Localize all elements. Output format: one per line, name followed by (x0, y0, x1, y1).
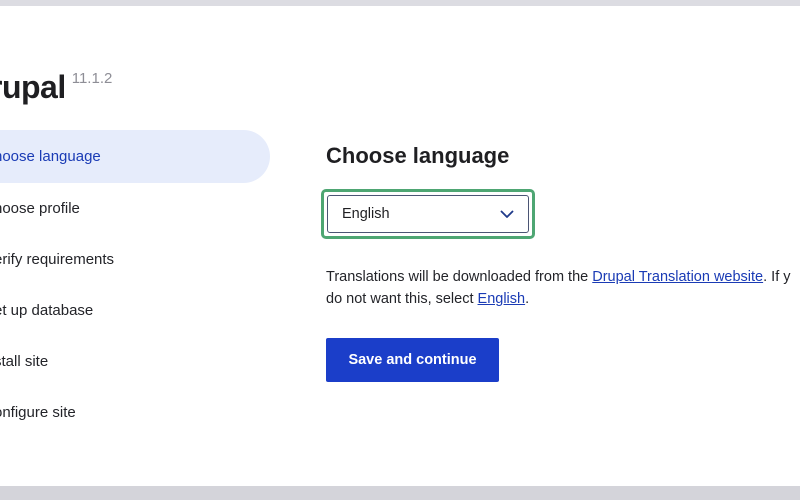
english-link[interactable]: English (478, 291, 526, 307)
description-text: . (525, 291, 530, 307)
drupal-translation-link[interactable]: Drupal Translation website (592, 269, 763, 285)
chevron-down-icon (500, 207, 514, 221)
step-choose-profile: hoose profile (0, 182, 270, 234)
step-label: hoose language (0, 148, 101, 165)
drupal-logo-text: rupal (0, 69, 66, 105)
translation-description: Translations will be downloaded from the… (326, 266, 800, 310)
step-label: et up database (0, 301, 94, 319)
save-and-continue-button[interactable]: Save and continue (326, 338, 499, 382)
language-select-value: English (342, 206, 390, 222)
installer-page: rupal 11.1.2 hoose language hoose profil… (0, 6, 800, 486)
language-select[interactable]: English (327, 195, 529, 233)
step-choose-language: hoose language (0, 130, 270, 183)
description-text: Translations will be downloaded from the (326, 269, 593, 285)
install-steps-list: hoose language hoose profile erify requi… (0, 130, 270, 437)
bottom-bar (0, 486, 800, 500)
language-select-focus-ring: English (321, 189, 535, 239)
version-label: 11.1.2 (71, 70, 113, 87)
description-text: . If y (763, 269, 791, 285)
step-label: hoose profile (0, 199, 80, 217)
step-label: erify requirements (0, 250, 115, 268)
site-branding: rupal 11.1.2 (0, 69, 112, 105)
step-label: onfigure site (0, 403, 76, 421)
step-label: stall site (0, 352, 49, 370)
step-install-site: stall site (0, 335, 270, 387)
description-text: do not want this, select (326, 291, 478, 307)
step-configure-site: onfigure site (0, 386, 270, 438)
page-title: Choose language (326, 143, 510, 168)
step-set-up-database: et up database (0, 284, 270, 336)
main-content: Choose language English Translations wil… (321, 142, 791, 382)
step-verify-requirements: erify requirements (0, 233, 270, 285)
